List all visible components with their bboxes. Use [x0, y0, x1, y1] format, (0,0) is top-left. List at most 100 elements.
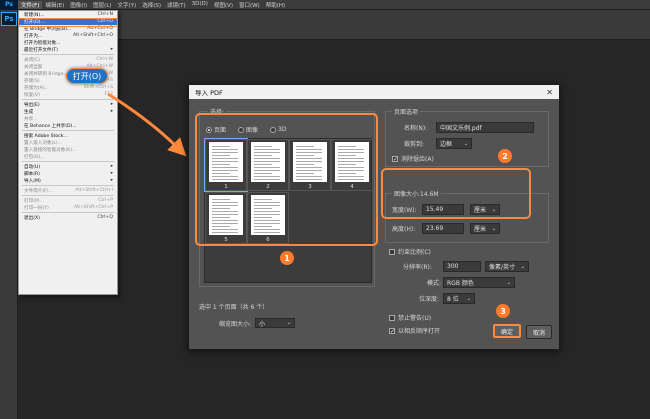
menu-separator: [22, 54, 114, 55]
file-menu-item[interactable]: 最近打开文件(T) ▸: [19, 46, 117, 53]
file-menu-item[interactable]: 置入嵌入对象(L)...: [19, 139, 117, 146]
file-menu-item[interactable]: 生成 ▸: [19, 108, 117, 115]
menu-separator: [22, 195, 114, 196]
menu-item[interactable]: 3D(D): [189, 1, 211, 9]
text-line: [254, 155, 272, 156]
width-field[interactable]: 15.49: [422, 204, 464, 215]
radio-pages[interactable]: 页面: [206, 125, 226, 134]
open-item-highlight: [18, 18, 118, 27]
file-menu-item[interactable]: 置入链接的智能对象(K)...: [19, 146, 117, 153]
thumbnail-size-select[interactable]: 小 ⌄: [255, 318, 296, 328]
text-line: [338, 155, 356, 156]
file-menu-item-label: 最近打开文件(T): [24, 47, 58, 53]
radio-dot-icon: [270, 126, 277, 133]
radio-images[interactable]: 图像: [238, 125, 258, 134]
name-row: 名称(N): 中国文乐例.pdf: [404, 122, 534, 133]
file-menu-item[interactable]: 导入(M) ▸: [19, 177, 117, 184]
file-menu-item[interactable]: 文件简介(F)... Alt+Shift+Ctrl+I: [19, 187, 117, 194]
constrain-row[interactable]: 约束比例(C): [389, 247, 431, 256]
ok-button[interactable]: 确定: [493, 324, 521, 338]
text-line: [338, 158, 364, 159]
file-menu-item[interactable]: 打印一份(Y) Alt+Shift+Ctrl+P: [19, 204, 117, 211]
file-menu-item-shortcut: ▸: [110, 164, 113, 169]
file-menu-item-label: 打印(P)...: [24, 198, 44, 204]
text-line: [212, 176, 238, 177]
menu-item[interactable]: 文字(Y): [115, 1, 140, 9]
width-unit-select[interactable]: 厘米 ⌄: [470, 204, 500, 215]
dialog-titlebar: 导入 PDF ✕: [189, 85, 559, 99]
file-menu-item[interactable]: 打印(P)... Ctrl+P: [19, 197, 117, 204]
name-field[interactable]: 中国文乐例.pdf: [436, 122, 534, 133]
page-preview: [209, 195, 243, 235]
text-line: [254, 158, 280, 159]
menu-item[interactable]: 视图(V): [211, 1, 236, 9]
menu-item[interactable]: 图像(I): [67, 1, 90, 9]
file-menu-item[interactable]: 恢复(V) F12: [19, 91, 117, 98]
mode-value: RGB 颜色: [447, 280, 474, 287]
file-menu-item-shortcut: Ctrl+Q: [97, 215, 113, 220]
resolution-unit-select[interactable]: 像素/英寸 ⌄: [485, 261, 529, 272]
height-unit-select[interactable]: 厘米 ⌄: [470, 223, 500, 234]
file-menu-item[interactable]: 共享...: [19, 115, 117, 122]
text-line: [212, 152, 238, 153]
text-line: [296, 158, 322, 159]
text-line: [212, 211, 238, 212]
page-options-label: 页面选项: [392, 107, 421, 116]
cancel-button[interactable]: 取消: [526, 325, 552, 339]
bit-depth-select[interactable]: 8 位 ⌄: [443, 293, 475, 304]
mode-select[interactable]: RGB 颜色 ⌄: [443, 277, 515, 288]
menu-item[interactable]: 选择(S): [139, 1, 164, 9]
resolution-field[interactable]: 300: [443, 261, 481, 272]
pdf-page-thumbnail[interactable]: 3: [289, 139, 331, 191]
file-menu-item[interactable]: 搜索 Adobe Stock...: [19, 132, 117, 139]
file-menu-item[interactable]: 在 Behance 上共享(D)...: [19, 122, 117, 129]
height-field[interactable]: 23.69: [422, 223, 464, 234]
text-line: [254, 146, 272, 147]
open-callout-label: 打开(O): [66, 68, 108, 84]
suppress-row[interactable]: 禁止警告(U): [389, 313, 431, 322]
menu-item[interactable]: 编辑(E): [42, 1, 67, 9]
text-line: [254, 217, 272, 218]
bit-depth-row: 位深度: 8 位 ⌄: [419, 293, 475, 304]
reverse-row[interactable]: ✓ 以相反顺序打开: [389, 326, 440, 335]
text-line: [212, 232, 238, 233]
file-menu-item[interactable]: 导出(E) ▸: [19, 101, 117, 108]
file-menu-item[interactable]: 打包(G)...: [19, 153, 117, 160]
resolution-unit-value: 像素/英寸: [489, 264, 516, 271]
file-menu-item[interactable]: 打开为... Alt+Shift+Ctrl+O: [19, 32, 117, 39]
bit-depth-label: 位深度:: [419, 296, 440, 303]
pdf-page-thumbnail[interactable]: 5: [205, 192, 247, 244]
menu-item[interactable]: 帮助(H): [263, 1, 288, 9]
radio-3d[interactable]: 3D: [270, 126, 286, 133]
file-menu-item[interactable]: 存储为(A)... Shift+Ctrl+S: [19, 84, 117, 91]
text-line: [338, 161, 364, 162]
text-line: [212, 217, 230, 218]
menu-item[interactable]: 滤镜(T): [164, 1, 189, 9]
checkmark-icon: ✓: [389, 327, 396, 335]
pdf-page-thumbnail[interactable]: 2: [247, 139, 289, 191]
menu-item[interactable]: 图层(L): [90, 1, 114, 9]
file-menu-item-label: 打开为...: [24, 33, 43, 39]
file-menu-item[interactable]: 新建(N)... Ctrl+N: [19, 11, 117, 18]
text-line: [212, 155, 230, 156]
pdf-page-thumbnail[interactable]: 1: [204, 138, 248, 192]
width-label: 宽度(W):: [392, 207, 417, 214]
menu-item[interactable]: 窗口(W): [236, 1, 263, 9]
pdf-page-thumbnail[interactable]: 6: [247, 192, 289, 244]
menu-item[interactable]: 文件(F): [18, 0, 43, 9]
file-menu-item[interactable]: 脚本(R) ▸: [19, 170, 117, 177]
file-menu-item-shortcut: ▸: [110, 171, 113, 176]
close-icon[interactable]: ✕: [546, 88, 553, 97]
file-menu-dropdown: 新建(N)... Ctrl+N 打开(O)... Ctrl+O 在 Bridge 中浏览…: [18, 10, 118, 295]
crop-select[interactable]: 边框 ⌄: [436, 138, 472, 149]
file-menu-item[interactable]: 自动(U) ▸: [19, 163, 117, 170]
antialias-row[interactable]: ✓ 消除锯齿(A): [392, 154, 434, 163]
step-badge-2: 2: [498, 149, 512, 163]
pdf-page-thumbnail[interactable]: 4: [331, 139, 373, 191]
file-menu-item[interactable]: 退出(X) Ctrl+Q: [19, 214, 117, 221]
text-line: [212, 223, 238, 224]
file-menu-item[interactable]: 关闭(C) Ctrl+W: [19, 56, 117, 63]
file-menu-item[interactable]: 打开为智能对象...: [19, 39, 117, 46]
text-line: [296, 170, 322, 171]
text-line: [254, 232, 280, 233]
